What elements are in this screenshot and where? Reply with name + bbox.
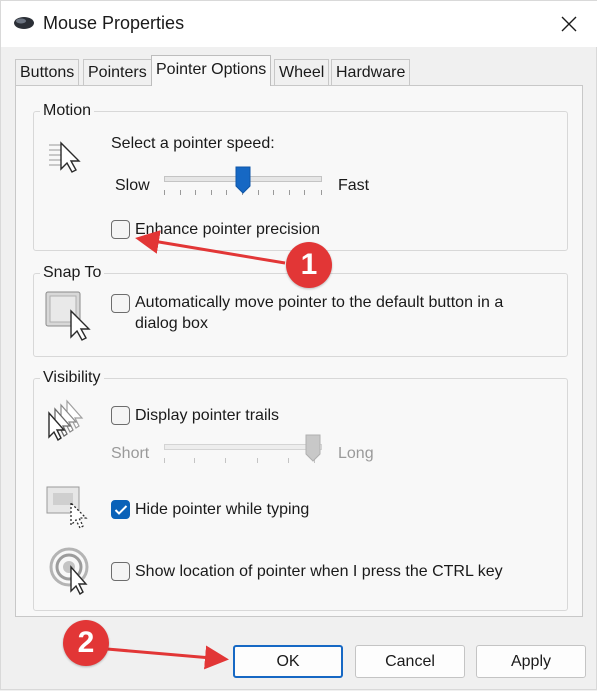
annotation-arrows	[106, 230, 286, 670]
annotation-arrow-2	[106, 645, 229, 670]
tab-pointer-options[interactable]: Pointer Options	[151, 55, 272, 86]
annotation-badge-1: 1	[286, 242, 332, 288]
annotation-arrow-1	[135, 230, 286, 265]
annotation-badge-2: 2	[63, 620, 109, 666]
mouse-properties-dialog: Mouse Properties Buttons Pointers Pointe…	[0, 0, 597, 690]
